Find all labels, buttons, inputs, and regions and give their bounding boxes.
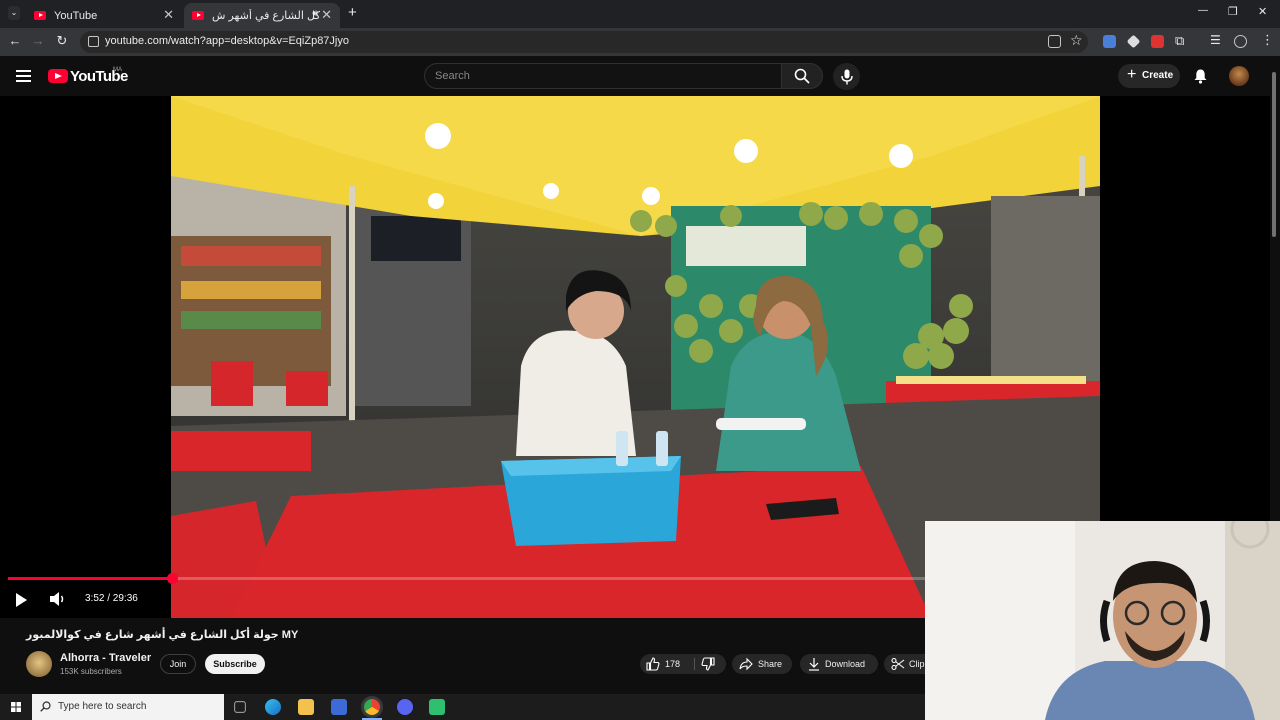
channel-avatar[interactable] (26, 651, 52, 677)
subscribe-button[interactable]: Subscribe (205, 654, 265, 674)
reload-icon[interactable]: ↻ (53, 33, 71, 49)
search-input[interactable]: Search (424, 63, 782, 89)
like-count[interactable]: 178 (665, 654, 680, 674)
search-icon (794, 68, 810, 84)
media-controls-icon[interactable]: ☰ (1210, 33, 1221, 47)
search-button[interactable] (781, 63, 823, 89)
like-dislike-group: 178 (640, 654, 726, 674)
browser-tab-strip: ⌄ YouTube ✕ جولة أكل الشارع في أشهر ش 🔊︎… (0, 0, 1280, 28)
download-icon (809, 658, 819, 671)
edge-browser-icon[interactable] (265, 699, 281, 715)
time-display: 3:52 / 29:36 (85, 593, 138, 604)
webcam-person-image (925, 521, 1280, 720)
notifications-bell-icon[interactable] (1193, 68, 1208, 84)
search-icon (40, 701, 51, 712)
minimize-button[interactable]: — (1198, 5, 1208, 16)
country-code: MA (113, 67, 122, 73)
clip-label: Clip (909, 659, 925, 669)
create-label: Create (1142, 70, 1174, 81)
hamburger-menu-icon[interactable] (16, 70, 31, 82)
download-label: Download (825, 659, 866, 669)
bookmark-star-icon[interactable]: ☆ (1070, 32, 1083, 49)
browser-tab-video[interactable]: جولة أكل الشارع في أشهر ش 🔊︎ ✕ (184, 3, 340, 28)
tab-title: YouTube (54, 9, 98, 22)
microphone-icon (840, 69, 853, 84)
app-green-icon[interactable] (429, 699, 445, 715)
windows-taskbar: Type here to search (0, 694, 925, 720)
create-button[interactable]: Create (1118, 64, 1180, 88)
play-icon[interactable] (16, 593, 27, 607)
share-label: Share (758, 659, 783, 669)
taskbar-search-input[interactable]: Type here to search (32, 694, 224, 720)
tab-title: جولة أكل الشارع في أشهر ش (212, 10, 320, 22)
address-bar[interactable]: youtube.com/watch?app=desktop&v=EqiZp87J… (80, 31, 1088, 53)
volume-icon[interactable] (49, 591, 67, 607)
discord-icon[interactable] (397, 699, 413, 715)
audio-playing-icon[interactable]: 🔊︎ (312, 8, 318, 19)
extension-diamond-icon[interactable] (1126, 34, 1141, 49)
tab-close-icon[interactable]: ✕ (163, 7, 174, 23)
voice-search-button[interactable] (833, 63, 860, 90)
file-explorer-icon[interactable] (298, 699, 314, 715)
progress-played (8, 577, 173, 580)
browser-tab-youtube[interactable]: YouTube ✕ (26, 3, 182, 28)
join-button[interactable]: Join (160, 654, 196, 674)
youtube-header: YouTube MA Search Create (0, 56, 1280, 96)
video-title: جولة أكل الشارع في أشهر شارع في كوالالمب… (26, 629, 299, 641)
microsoft-store-icon[interactable] (331, 699, 347, 715)
divider (694, 658, 695, 670)
share-arrow-icon (739, 657, 753, 671)
back-arrow-icon[interactable]: ← (6, 33, 24, 48)
share-button[interactable]: Share (732, 654, 792, 674)
chrome-browser-icon[interactable] (364, 699, 380, 715)
extension-red-icon[interactable] (1151, 35, 1164, 48)
youtube-logo-icon[interactable] (48, 69, 68, 83)
thumbs-up-icon[interactable] (646, 657, 660, 671)
taskbar-search-placeholder: Type here to search (58, 701, 147, 712)
site-info-icon[interactable] (88, 36, 99, 47)
thumbs-down-icon[interactable] (701, 657, 715, 671)
youtube-favicon-icon (34, 11, 46, 20)
new-tab-button[interactable]: + (348, 4, 357, 21)
webcam-overlay (925, 521, 1280, 720)
youtube-favicon-icon (192, 11, 204, 20)
task-view-icon[interactable] (234, 701, 246, 713)
translate-extension-icon[interactable] (1103, 35, 1116, 48)
page-scrollbar[interactable] (1272, 72, 1276, 237)
windows-start-icon[interactable] (11, 702, 21, 712)
extensions-puzzle-icon[interactable]: ⧉ (1175, 33, 1184, 49)
profile-icon[interactable] (1234, 35, 1247, 48)
restore-button[interactable]: ❐ (1228, 5, 1238, 18)
install-app-icon[interactable] (1048, 35, 1061, 48)
channel-name[interactable]: Alhorra - Traveler (60, 652, 151, 664)
forward-arrow-icon[interactable]: → (29, 33, 47, 48)
user-avatar[interactable] (1229, 66, 1249, 86)
search-placeholder: Search (435, 70, 470, 82)
scissors-icon (891, 657, 905, 671)
browser-toolbar: ← → ↻ youtube.com/watch?app=desktop&v=Eq… (0, 28, 1280, 56)
url-text[interactable]: youtube.com/watch?app=desktop&v=EqiZp87J… (105, 35, 349, 47)
tab-close-icon[interactable]: ✕ (321, 7, 332, 23)
subscriber-count: 153K subscribers (60, 667, 122, 676)
tab-search-chevron-icon[interactable]: ⌄ (8, 6, 20, 20)
window-close-button[interactable]: ✕ (1258, 5, 1267, 18)
download-button[interactable]: Download (800, 654, 878, 674)
browser-menu-icon[interactable]: ⋮ (1261, 32, 1274, 48)
